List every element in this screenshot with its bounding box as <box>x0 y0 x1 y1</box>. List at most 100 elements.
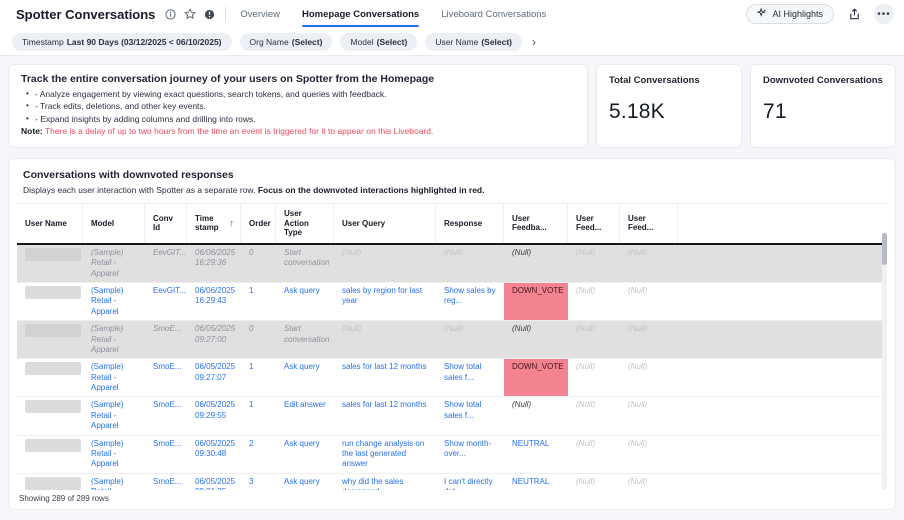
cell-order[interactable]: 3 <box>241 474 276 490</box>
table-row[interactable]: (Sample) Retail - ApparelSmoE...06/05/20… <box>17 474 887 490</box>
column-header-model[interactable]: Model <box>83 204 145 243</box>
cell-conv-id[interactable]: SmoE... <box>145 436 187 473</box>
cell-user-name[interactable] <box>17 436 83 473</box>
table-row[interactable]: (Sample) Retail - ApparelEevGIT...06/06/… <box>17 245 887 283</box>
cell-timestamp[interactable]: 06/05/2025 09:27:07 <box>187 359 241 396</box>
cell-response[interactable]: (Null) <box>436 245 504 282</box>
filter-pill-model[interactable]: Model(Select) <box>340 33 417 51</box>
ai-highlights-button[interactable]: AI Highlights <box>746 4 834 24</box>
cell-user-query[interactable]: sales by region for last year <box>334 283 436 320</box>
cell-user-feedback-2[interactable]: (Null) <box>568 397 620 434</box>
info-icon[interactable] <box>165 9 176 20</box>
cell-conv-id[interactable]: SmoE... <box>145 397 187 434</box>
column-header-user-query[interactable]: User Query <box>334 204 436 243</box>
cell-timestamp[interactable]: 06/05/2025 09:31:25 <box>187 474 241 490</box>
cell-user-feedback-3[interactable]: (Null) <box>620 283 678 320</box>
cell-order[interactable]: 0 <box>241 321 276 358</box>
tab-overview[interactable]: Overview <box>240 0 280 28</box>
cell-user-feedback-2[interactable]: (Null) <box>568 474 620 490</box>
cell-user-action-type[interactable]: Start conversation <box>276 245 334 282</box>
cell-conv-id[interactable]: EevGIT... <box>145 245 187 282</box>
cell-user-feedback[interactable]: DOWN_VOTE <box>504 283 568 320</box>
cell-user-name[interactable] <box>17 397 83 434</box>
cell-response[interactable]: (Null) <box>436 321 504 358</box>
cell-user-action-type[interactable]: Edit answer <box>276 397 334 434</box>
cell-user-feedback-3[interactable]: (Null) <box>620 245 678 282</box>
cell-timestamp[interactable]: 06/06/2025 16:29:43 <box>187 283 241 320</box>
filters-overflow-chevron-icon[interactable]: › <box>532 36 536 48</box>
filter-pill-timestamp[interactable]: TimestampLast 90 Days (03/12/2025 < 06/1… <box>12 33 232 51</box>
cell-user-name[interactable] <box>17 245 83 282</box>
cell-user-feedback-3[interactable]: (Null) <box>620 474 678 490</box>
cell-timestamp[interactable]: 06/05/2025 09:29:55 <box>187 397 241 434</box>
cell-user-feedback-2[interactable]: (Null) <box>568 359 620 396</box>
cell-user-name[interactable] <box>17 359 83 396</box>
vertical-scrollbar[interactable] <box>882 232 887 490</box>
cell-user-action-type[interactable]: Ask query <box>276 283 334 320</box>
kpi-card-downvoted-conversations[interactable]: Downvoted Conversations 71 <box>750 64 896 148</box>
cell-user-name[interactable] <box>17 321 83 358</box>
cell-user-feedback[interactable]: (Null) <box>504 245 568 282</box>
cell-model[interactable]: (Sample) Retail - Apparel <box>83 359 145 396</box>
kpi-card-total-conversations[interactable]: Total Conversations 5.18K <box>596 64 742 148</box>
cell-user-feedback-3[interactable]: (Null) <box>620 397 678 434</box>
cell-user-query[interactable]: run change analysis on the last generate… <box>334 436 436 473</box>
cell-order[interactable]: 0 <box>241 245 276 282</box>
cell-user-feedback-2[interactable]: (Null) <box>568 283 620 320</box>
column-header-user-feedba[interactable]: User Feedba... <box>504 204 568 243</box>
cell-model[interactable]: (Sample) Retail - Apparel <box>83 436 145 473</box>
cell-user-feedback-3[interactable]: (Null) <box>620 359 678 396</box>
cell-user-feedback-2[interactable]: (Null) <box>568 245 620 282</box>
cell-user-feedback-3[interactable]: (Null) <box>620 436 678 473</box>
cell-model[interactable]: (Sample) Retail - Apparel <box>83 321 145 358</box>
cell-timestamp[interactable]: 06/05/2025 09:27:00 <box>187 321 241 358</box>
cell-order[interactable]: 1 <box>241 283 276 320</box>
column-header-user-name[interactable]: User Name <box>17 204 83 243</box>
tab-homepage-conversations[interactable]: Homepage Conversations <box>302 0 419 28</box>
cell-timestamp[interactable]: 06/06/2025 16:29:36 <box>187 245 241 282</box>
cell-user-feedback-3[interactable]: (Null) <box>620 321 678 358</box>
cell-user-action-type[interactable]: Ask query <box>276 474 334 490</box>
column-header-response[interactable]: Response <box>436 204 504 243</box>
cell-response[interactable]: Show total sales f... <box>436 359 504 396</box>
cell-conv-id[interactable]: SmoE... <box>145 474 187 490</box>
cell-user-feedback[interactable]: NEUTRAL <box>504 474 568 490</box>
cell-user-query[interactable]: sales for last 12 months <box>334 359 436 396</box>
cell-user-feedback-2[interactable]: (Null) <box>568 436 620 473</box>
cell-user-action-type[interactable]: Start conversation <box>276 321 334 358</box>
cell-user-name[interactable] <box>17 283 83 320</box>
column-header-user-feed[interactable]: User Feed... <box>620 204 678 243</box>
cell-model[interactable]: (Sample) Retail - Apparel <box>83 283 145 320</box>
column-header-time-stamp[interactable]: Time stamp↑ <box>187 204 241 243</box>
cell-model[interactable]: (Sample) Retail - Apparel <box>83 474 145 490</box>
column-header-conv-id[interactable]: Conv Id <box>145 204 187 243</box>
sort-ascending-icon[interactable]: ↑ <box>230 218 235 229</box>
cell-user-query[interactable]: why did the sales decreased <box>334 474 436 490</box>
verified-badge-icon[interactable] <box>204 9 215 20</box>
cell-order[interactable]: 2 <box>241 436 276 473</box>
filter-pill-org-name[interactable]: Org Name(Select) <box>240 33 333 51</box>
table-row[interactable]: (Sample) Retail - ApparelSmoE...06/05/20… <box>17 436 887 474</box>
cell-user-query[interactable]: (Null) <box>334 245 436 282</box>
cell-user-name[interactable] <box>17 474 83 490</box>
tab-liveboard-conversations[interactable]: Liveboard Conversations <box>441 0 546 28</box>
cell-model[interactable]: (Sample) Retail - Apparel <box>83 397 145 434</box>
cell-conv-id[interactable]: SmoE... <box>145 321 187 358</box>
column-header-order[interactable]: Order <box>241 204 276 243</box>
cell-response[interactable]: Show total sales f... <box>436 397 504 434</box>
table-row[interactable]: (Sample) Retail - ApparelEevGIT...06/06/… <box>17 283 887 321</box>
cell-user-query[interactable]: (Null) <box>334 321 436 358</box>
cell-conv-id[interactable]: SmoE... <box>145 359 187 396</box>
cell-user-feedback-2[interactable]: (Null) <box>568 321 620 358</box>
cell-user-action-type[interactable]: Ask query <box>276 359 334 396</box>
cell-order[interactable]: 1 <box>241 359 276 396</box>
scrollbar-thumb[interactable] <box>882 233 887 265</box>
cell-conv-id[interactable]: EevGIT... <box>145 283 187 320</box>
cell-user-feedback[interactable]: NEUTRAL <box>504 436 568 473</box>
table-row[interactable]: (Sample) Retail - ApparelSmoE...06/05/20… <box>17 359 887 397</box>
table-row[interactable]: (Sample) Retail - ApparelSmoE...06/05/20… <box>17 397 887 435</box>
cell-user-feedback[interactable]: DOWN_VOTE <box>504 359 568 396</box>
cell-model[interactable]: (Sample) Retail - Apparel <box>83 245 145 282</box>
favorite-star-icon[interactable] <box>184 8 196 20</box>
cell-timestamp[interactable]: 06/05/2025 09:30:48 <box>187 436 241 473</box>
